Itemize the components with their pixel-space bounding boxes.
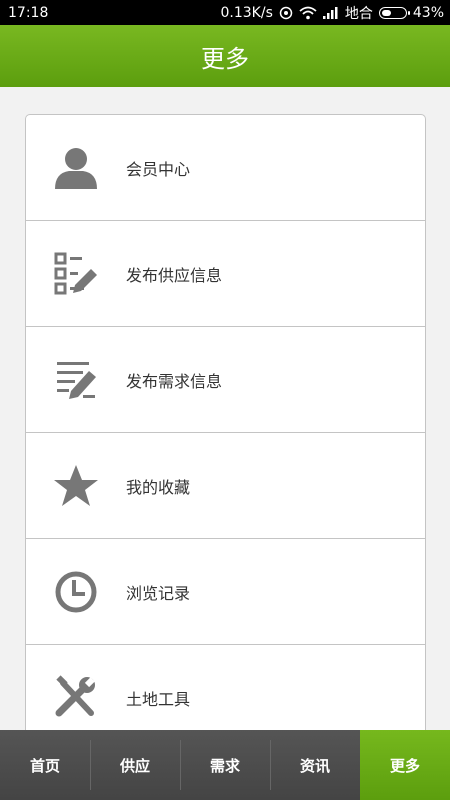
app-header: 更多	[0, 25, 450, 87]
list-edit-icon	[26, 327, 126, 433]
menu-item-label: 发布供应信息	[126, 265, 223, 285]
menu-item-favorites[interactable]: 我的收藏	[26, 433, 425, 539]
status-time: 17:18	[8, 4, 49, 21]
menu-item-label: 浏览记录	[126, 583, 191, 603]
menu-item-land-tools[interactable]: 土地工具	[26, 645, 425, 730]
menu-item-post-supply[interactable]: 发布供应信息	[26, 221, 425, 327]
status-indicators: 0.13K/s 地合 43%	[221, 3, 445, 23]
menu-item-post-demand[interactable]: 发布需求信息	[26, 327, 425, 433]
battery-fill	[381, 9, 391, 16]
star-icon	[26, 433, 126, 539]
net-speed: 0.13K/s	[220, 4, 273, 21]
checklist-edit-icon	[26, 221, 126, 327]
menu-item-label: 我的收藏	[126, 477, 191, 497]
wifi-icon	[299, 6, 317, 19]
menu-item-label: 土地工具	[126, 689, 191, 709]
carrier-name: 地合	[344, 5, 373, 22]
tab-more[interactable]: 更多	[360, 730, 450, 800]
clock-icon	[26, 539, 126, 645]
tab-home[interactable]: 首页	[0, 730, 90, 800]
alarm-icon	[279, 6, 293, 19]
tab-news[interactable]: 资讯	[270, 730, 360, 800]
status-bar: 17:18 0.13K/s 地合 43%	[0, 0, 450, 25]
person-icon	[26, 115, 126, 221]
bottom-tab-bar: 首页 供应 需求 资讯 更多	[0, 730, 450, 800]
menu-item-history[interactable]: 浏览记录	[26, 539, 425, 645]
battery-icon	[378, 6, 410, 19]
menu-item-label: 发布需求信息	[126, 371, 223, 391]
menu-item-member-center[interactable]: 会员中心	[26, 115, 425, 221]
signal-icon	[322, 6, 338, 19]
tab-demand[interactable]: 需求	[180, 730, 270, 800]
page-title: 更多	[201, 44, 249, 73]
menu-list: 会员中心 发布供应信息 发布需求信息 我的收藏 浏览记录 土地工具	[25, 114, 426, 730]
tools-icon	[26, 645, 126, 731]
tab-supply[interactable]: 供应	[90, 730, 180, 800]
battery-percent: 43%	[412, 4, 444, 21]
menu-item-label: 会员中心	[126, 159, 191, 179]
